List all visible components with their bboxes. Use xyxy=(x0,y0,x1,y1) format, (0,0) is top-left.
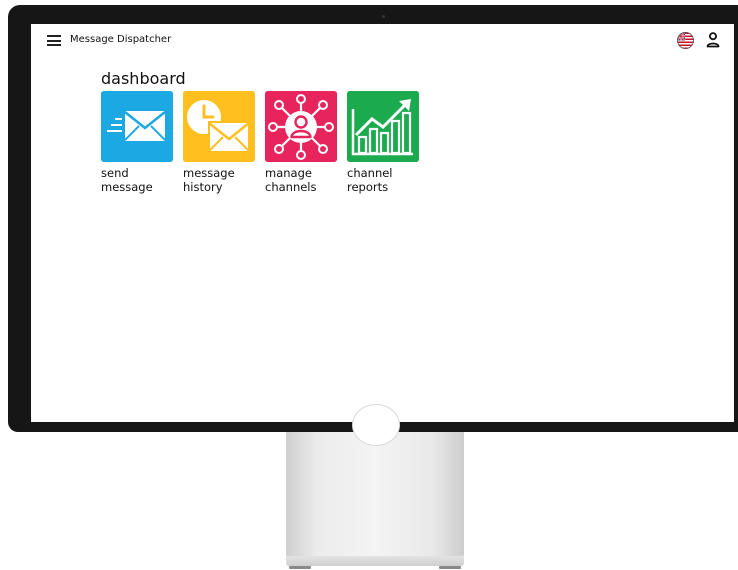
tile-channel-reports[interactable]: channel reports xyxy=(347,91,419,194)
app-title: Message Dispatcher xyxy=(70,34,172,45)
monitor-mockup: Message Dispatcher dashboard send messag… xyxy=(0,0,738,570)
envelope-icon xyxy=(101,91,173,162)
monitor-stand xyxy=(286,430,464,558)
language-flag-icon[interactable] xyxy=(677,32,694,49)
stand-cable-hole xyxy=(352,404,400,446)
tile-manage-channels[interactable]: manage channels xyxy=(265,91,337,194)
camera-dot xyxy=(382,15,385,18)
monitor-foot-left xyxy=(289,566,311,569)
bar-chart-icon xyxy=(347,91,419,162)
tile-send-message[interactable]: send message xyxy=(101,91,173,194)
app-bar: Message Dispatcher xyxy=(31,24,734,58)
monitor-stand-base xyxy=(286,556,464,566)
tile-label: send message xyxy=(101,166,153,194)
app-screen: Message Dispatcher dashboard send messag… xyxy=(31,24,734,422)
tile-label: channel reports xyxy=(347,166,393,194)
network-user-icon xyxy=(265,91,337,162)
tile-label: manage channels xyxy=(265,166,317,194)
monitor-bezel: Message Dispatcher dashboard send messag… xyxy=(8,5,738,432)
menu-icon[interactable] xyxy=(47,35,61,46)
account-icon[interactable] xyxy=(706,32,720,48)
monitor-foot-right xyxy=(439,566,461,569)
tile-message-history[interactable]: message history xyxy=(183,91,255,194)
clock-envelope-icon xyxy=(183,91,255,162)
tile-label: message history xyxy=(183,166,235,194)
page-title: dashboard xyxy=(101,69,186,88)
